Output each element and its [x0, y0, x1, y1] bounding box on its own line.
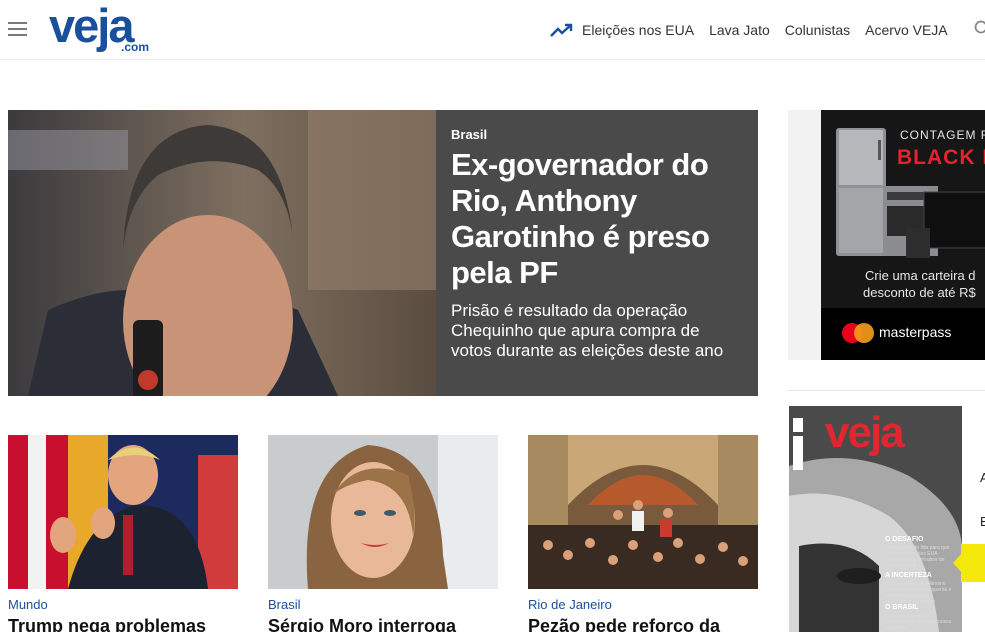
magazine-logo: veja [825, 408, 905, 457]
sidebar-divider [788, 390, 985, 391]
story-card-rio-de-janeiro[interactable]: Rio de Janeiro Pezão pede reforço da [528, 435, 758, 632]
story-card-category[interactable]: Rio de Janeiro [528, 597, 758, 612]
search-icon[interactable] [974, 20, 985, 36]
featured-story-headline[interactable]: Ex-governador do Rio, Anthony Garotinho … [451, 147, 743, 291]
story-card-headline[interactable]: Trump nega problemas [8, 616, 238, 632]
nav-item-label: Eleições nos EUA [582, 22, 695, 38]
magazine-text: Como a vitória do bilionário americano a… [885, 581, 952, 605]
magazine-headline: A INCERTEZA [885, 572, 932, 579]
magazine-headline: O DESAFIO [885, 536, 924, 543]
masterpass-logo-icon [842, 323, 874, 343]
ad-black-friday: BLACK F [897, 146, 985, 169]
story-card-category[interactable]: Brasil [268, 597, 498, 612]
site-logo[interactable]: veja .com [49, 0, 159, 58]
magazine-text: Como as ameaças protecionistas afetam a … [885, 613, 952, 631]
ad-text-line: desconto de até R$ [863, 285, 976, 300]
nav-item-acervo-veja[interactable]: Acervo VEJA [865, 22, 947, 38]
logo-domain: .com [121, 40, 150, 54]
story-card-headline[interactable]: Sérgio Moro interroga [268, 616, 498, 632]
magazine-headline: O BRASIL [885, 604, 919, 611]
story-card-category[interactable]: Mundo [8, 597, 238, 612]
story-card-image[interactable] [8, 435, 238, 589]
featured-story-panel: Brasil Ex-governador do Rio, Anthony Gar… [436, 110, 758, 396]
nav-item-lava-jato[interactable]: Lava Jato [709, 22, 770, 38]
story-card-brasil[interactable]: Brasil Sérgio Moro interroga [268, 435, 498, 632]
site-header: veja .com Eleições nos EUA Lava Jato Col… [0, 0, 985, 60]
story-card-image[interactable] [528, 435, 758, 589]
ad-brand-name: masterpass [879, 324, 952, 340]
featured-story-image[interactable] [8, 110, 436, 396]
featured-story-summary: Prisão é resultado da operação Chequinho… [451, 301, 724, 360]
ad-text-line: Crie uma carteira d [865, 268, 976, 283]
ad-headline: CONTAGEM R [900, 128, 985, 142]
sidebar-text-fragment: A [980, 470, 985, 485]
logo-wordmark: veja [49, 0, 134, 52]
trending-up-icon [550, 23, 573, 37]
ad-brand-bar: masterpass [821, 308, 985, 360]
story-card-image[interactable] [268, 435, 498, 589]
advertisement-banner[interactable]: CONTAGEM R BLACK F Crie uma carteira d d… [821, 110, 985, 360]
main-nav: Eleições nos EUA Lava Jato Colunistas Ac… [550, 20, 963, 40]
story-card-headline[interactable]: Pezão pede reforço da [528, 616, 758, 632]
story-card-mundo[interactable]: Mundo Trump nega problemas [8, 435, 238, 632]
menu-icon[interactable] [8, 22, 27, 36]
callout-badge [961, 544, 985, 582]
nav-item-eleicoes-eua[interactable]: Eleições nos EUA [550, 22, 694, 38]
magazine-text: Como o mundo lida para que as instituiçõ… [885, 545, 950, 569]
magazine-cover[interactable]: veja O DESAFIO Como o mundo lida para qu… [789, 406, 962, 632]
sidebar-text-fragment: E [980, 514, 985, 529]
nav-item-colunistas[interactable]: Colunistas [785, 22, 850, 38]
featured-story-category[interactable]: Brasil [451, 127, 743, 142]
featured-story[interactable]: Brasil Ex-governador do Rio, Anthony Gar… [8, 110, 758, 396]
